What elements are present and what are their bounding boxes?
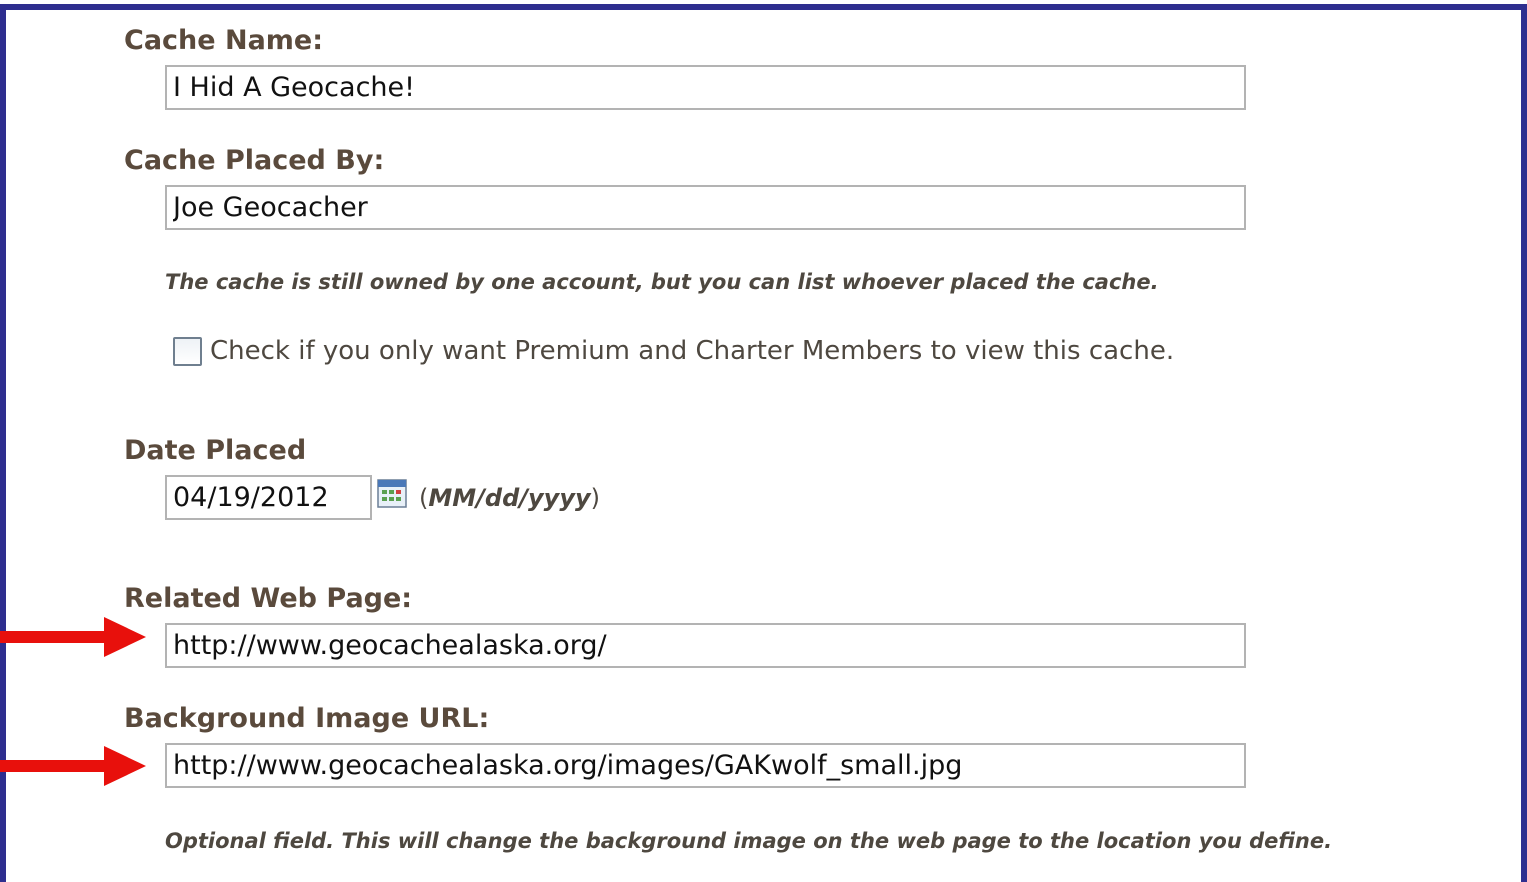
date-placed-label: Date Placed: [124, 435, 307, 466]
cache-name-label: Cache Name:: [124, 25, 324, 56]
placed-by-note: The cache is still owned by one account,…: [165, 270, 1159, 294]
related-web-page-label: Related Web Page:: [124, 583, 413, 614]
background-image-label: Background Image URL:: [124, 703, 490, 734]
placed-by-input[interactable]: [165, 185, 1246, 230]
premium-checkbox-row[interactable]: Check if you only want Premium and Chart…: [173, 336, 1174, 366]
premium-checkbox[interactable]: [173, 336, 202, 366]
date-placed-input[interactable]: [165, 475, 372, 520]
arrow-right-icon: [0, 617, 146, 657]
arrow-right-icon: [0, 746, 146, 786]
placed-by-label: Cache Placed By:: [124, 145, 385, 176]
cache-name-input[interactable]: [165, 65, 1246, 110]
date-format-text: MM/dd/yyyy: [428, 484, 591, 512]
background-image-input[interactable]: [165, 743, 1246, 788]
date-format-hint: (MM/dd/yyyy): [419, 484, 600, 512]
background-image-note: Optional field. This will change the bac…: [165, 829, 1333, 853]
calendar-icon[interactable]: [377, 478, 407, 508]
related-web-page-input[interactable]: [165, 623, 1246, 668]
premium-checkbox-label: Check if you only want Premium and Chart…: [210, 336, 1175, 366]
